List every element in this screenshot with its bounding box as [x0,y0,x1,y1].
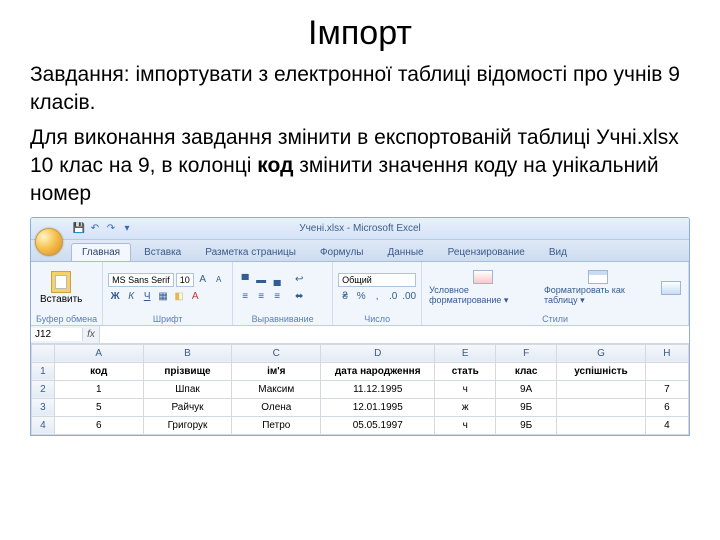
tab-data[interactable]: Данные [376,243,434,261]
decrease-font-icon[interactable]: A [212,273,226,287]
font-color-button[interactable]: A [188,290,202,304]
tab-home[interactable]: Главная [71,243,131,261]
align-top-icon[interactable]: ▀ [238,273,252,287]
col-H[interactable]: H [645,344,688,362]
col-A[interactable]: A [54,344,143,362]
tab-formulas[interactable]: Формулы [309,243,375,261]
header-row[interactable]: 1 код прізвище ім'я дата народження стат… [32,362,689,380]
col-B[interactable]: B [143,344,232,362]
group-number-label: Число [338,314,416,324]
currency-icon[interactable]: ₴ [338,290,352,304]
paste-button[interactable]: Вставить [36,269,86,307]
group-clipboard-label: Буфер обмена [36,314,97,324]
tab-layout[interactable]: Разметка страницы [194,243,307,261]
spreadsheet-grid[interactable]: A B C D E F G H 1 код прізвище ім'я дата… [31,344,689,435]
align-left-icon[interactable]: ≡ [238,289,252,303]
group-font-label: Шрифт [108,314,227,324]
group-styles-label: Стили [427,314,683,324]
border-button[interactable]: ▦ [156,290,170,304]
fx-icon[interactable]: fx [83,329,99,340]
col-C[interactable]: C [232,344,321,362]
col-G[interactable]: G [557,344,646,362]
task-paragraph-1: Завдання: імпортувати з електронної табл… [30,61,690,118]
col-E[interactable]: E [435,344,496,362]
fill-color-button[interactable]: ◧ [172,290,186,304]
align-bottom-icon[interactable]: ▄ [270,273,284,287]
titlebar: 💾 ↶ ↷ ▾ Учені.xlsx - Microsoft Excel [31,218,689,240]
col-D[interactable]: D [321,344,435,362]
comma-icon[interactable]: , [370,290,384,304]
align-middle-icon[interactable]: ▬ [254,273,268,287]
bold-button[interactable]: Ж [108,290,122,304]
align-center-icon[interactable]: ≡ [254,289,268,303]
cell-style-icon [661,281,681,295]
number-format-select[interactable]: Общий [338,273,416,287]
group-alignment-label: Выравнивание [238,314,327,324]
italic-button[interactable]: К [124,290,138,304]
conditional-format-button[interactable]: Условное форматирование ▾ [427,268,538,308]
merge-button[interactable]: ⬌ [292,290,306,304]
wrap-text-button[interactable]: ↩ [292,273,306,287]
formula-bar: J12 fx [31,326,689,344]
inc-decimal-icon[interactable]: .0 [386,290,400,304]
font-name-select[interactable]: MS Sans Serif [108,273,174,287]
format-as-table-button[interactable]: Форматировать как таблицу ▾ [542,268,655,308]
clipboard-icon [51,271,71,293]
tab-insert[interactable]: Вставка [133,243,192,261]
tab-view[interactable]: Вид [538,243,578,261]
table-row[interactable]: 4 6 Григорук Петро 05.05.1997 ч 9Б 4 [32,416,689,434]
table-row[interactable]: 2 1 Шпак Максим 11.12.1995 ч 9А 7 [32,380,689,398]
percent-icon[interactable]: % [354,290,368,304]
table-format-icon [588,270,608,284]
excel-window: 💾 ↶ ↷ ▾ Учені.xlsx - Microsoft Excel Гла… [30,217,690,436]
cell-styles-button[interactable] [659,279,683,298]
increase-font-icon[interactable]: A [196,273,210,287]
font-size-select[interactable]: 10 [176,273,194,287]
dec-decimal-icon[interactable]: .00 [402,290,416,304]
ribbon: Вставить Буфер обмена MS Sans Serif 10 A… [31,262,689,326]
page-title: Імпорт [30,14,690,53]
tab-review[interactable]: Рецензирование [437,243,536,261]
align-right-icon[interactable]: ≡ [270,289,284,303]
task-paragraph-2: Для виконання завдання змінити в експорт… [30,124,690,209]
ribbon-tabs: Главная Вставка Разметка страницы Формул… [31,240,689,262]
cond-format-icon [473,270,493,284]
select-all-corner[interactable] [32,344,55,362]
underline-button[interactable]: Ч [140,290,154,304]
table-row[interactable]: 3 5 Райчук Олена 12.01.1995 ж 9Б 6 [32,398,689,416]
col-F[interactable]: F [496,344,557,362]
name-box[interactable]: J12 [31,328,83,341]
window-title: Учені.xlsx - Microsoft Excel [31,223,689,234]
formula-input[interactable] [99,326,689,343]
